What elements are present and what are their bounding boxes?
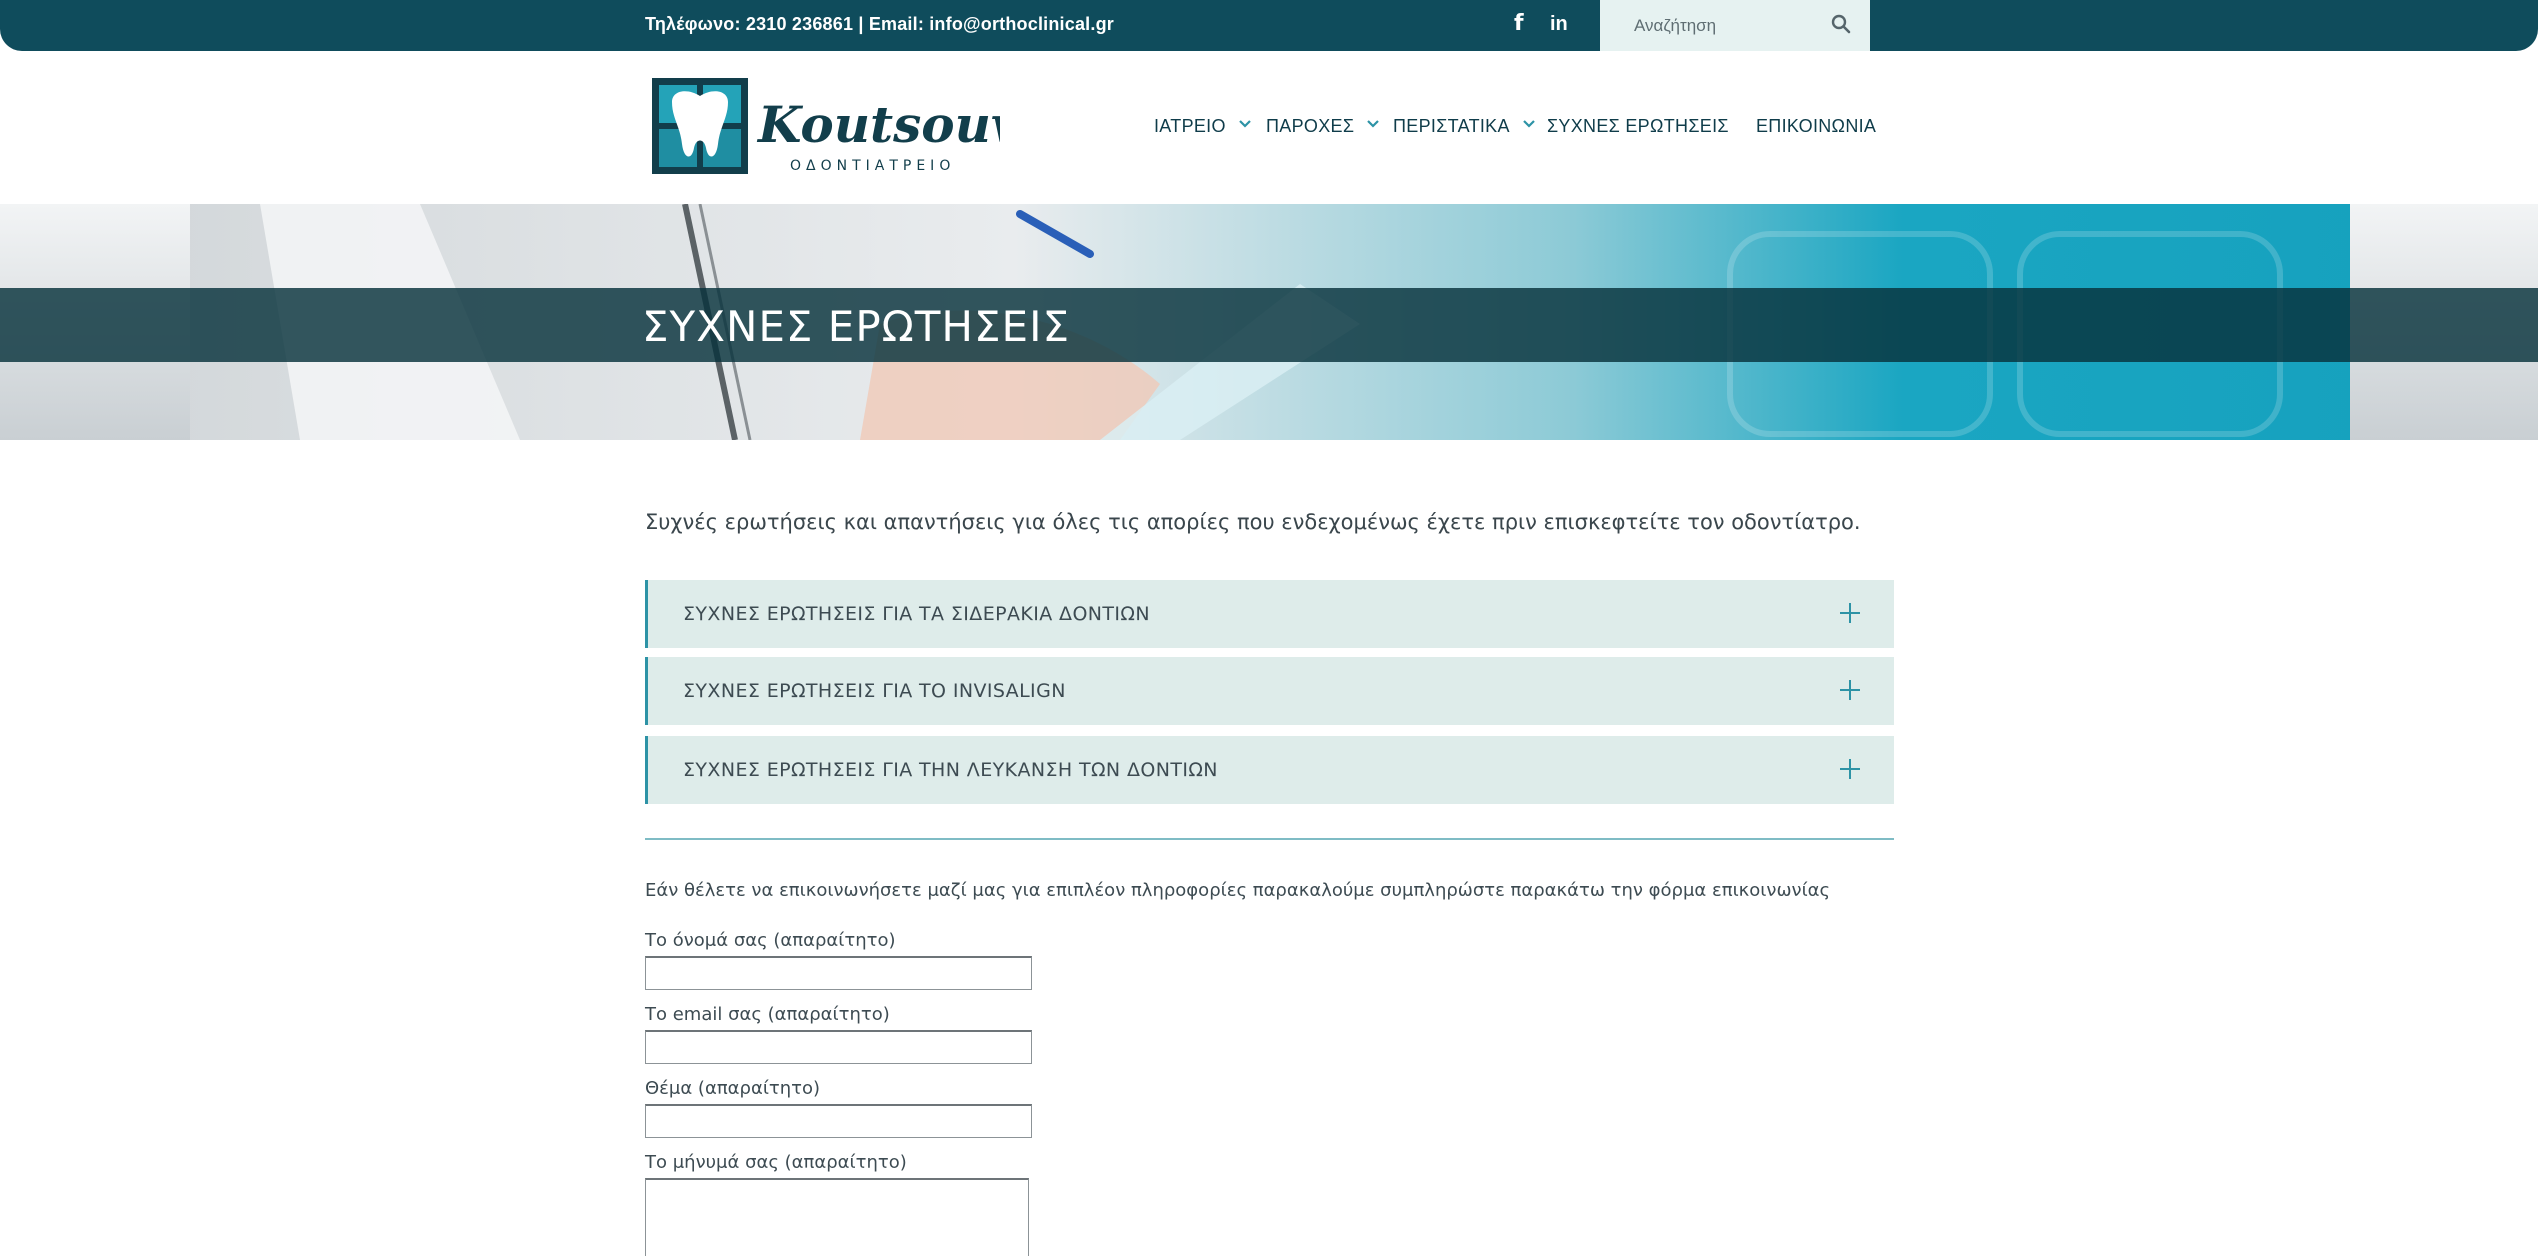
name-label: Το όνομά σας (απαραίτητο) <box>645 930 896 951</box>
linkedin-icon[interactable]: in <box>1550 9 1568 39</box>
banner-title-band <box>0 288 2538 362</box>
contact-info: Τηλέφωνο: 2310 236861 | Email: info@orth… <box>645 14 1114 34</box>
nav-item-contact[interactable]: ΕΠΙΚΟΙΝΩΝΙΑ <box>1756 116 1876 137</box>
main-nav: ΙΑΤΡΕΙΟ ΠΑΡΟΧΕΣ ΠΕΡΙΣΤΑΤΙΚΑ ΣΥΧΝΕΣ ΕΡΩΤΗ… <box>0 116 2538 146</box>
logo-tagline: ΟΔΟΝΤΙΑΤΡΕΙΟ <box>790 158 955 174</box>
message-label: Το μήνυμά σας (απαραίτητο) <box>645 1152 907 1173</box>
form-intro-text: Εάν θέλετε να επικοινωνήσετε μαζί μας γι… <box>645 880 1831 901</box>
search-box <box>1600 0 1870 51</box>
facebook-icon[interactable]: f <box>1514 9 1524 39</box>
email-label: Το email σας (απαραίτητο) <box>645 1004 890 1025</box>
chevron-down-icon <box>1239 120 1251 128</box>
faq-intro-text: Συχνές ερωτήσεις και απαντήσεις για όλες… <box>645 510 1861 534</box>
subject-label: Θέμα (απαραίτητο) <box>645 1078 821 1099</box>
accordion-item-braces[interactable]: ΣΥΧΝΕΣ ΕΡΩΤΗΣΕΙΣ ΓΙΑ ΤΑ ΣΙΔΕΡΑΚΙΑ ΔΟΝΤΙΩ… <box>645 580 1894 648</box>
nav-item-paroxes[interactable]: ΠΑΡΟΧΕΣ <box>1266 116 1380 137</box>
chevron-down-icon <box>1523 120 1535 128</box>
name-field[interactable] <box>645 956 1032 990</box>
accordion-label: ΣΥΧΝΕΣ ΕΡΩΤΗΣΕΙΣ ΓΙΑ ΤΑ ΣΙΔΕΡΑΚΙΑ ΔΟΝΤΙΩ… <box>683 603 1150 625</box>
plus-icon[interactable] <box>1839 602 1861 624</box>
page-title: ΣΥΧΝΕΣ ΕΡΩΤΗΣΕΙΣ <box>642 302 1071 351</box>
accordion-item-invisalign[interactable]: ΣΥΧΝΕΣ ΕΡΩΤΗΣΕΙΣ ΓΙΑ ΤΟ INVISALIGN <box>645 657 1894 725</box>
nav-item-iatreio[interactable]: ΙΑΤΡΕΙΟ <box>1154 116 1252 137</box>
nav-item-faq[interactable]: ΣΥΧΝΕΣ ΕΡΩΤΗΣΕΙΣ <box>1547 116 1729 137</box>
plus-icon[interactable] <box>1839 679 1861 701</box>
search-icon[interactable] <box>1830 13 1852 35</box>
accordion-label: ΣΥΧΝΕΣ ΕΡΩΤΗΣΕΙΣ ΓΙΑ ΤΗΝ ΛΕΥΚΑΝΣΗ ΤΩΝ ΔΟ… <box>683 759 1218 781</box>
nav-item-peristatika[interactable]: ΠΕΡΙΣΤΑΤΙΚΑ <box>1393 116 1536 137</box>
section-divider <box>645 838 1894 840</box>
top-bar: Τηλέφωνο: 2310 236861 | Email: info@orth… <box>0 0 2538 51</box>
accordion-item-whitening[interactable]: ΣΥΧΝΕΣ ΕΡΩΤΗΣΕΙΣ ΓΙΑ ΤΗΝ ΛΕΥΚΑΝΣΗ ΤΩΝ ΔΟ… <box>645 736 1894 804</box>
page-banner: ΣΥΧΝΕΣ ΕΡΩΤΗΣΕΙΣ <box>0 204 2538 440</box>
chevron-down-icon <box>1367 120 1380 128</box>
subject-field[interactable] <box>645 1104 1032 1138</box>
accordion-label: ΣΥΧΝΕΣ ΕΡΩΤΗΣΕΙΣ ΓΙΑ ΤΟ INVISALIGN <box>683 680 1066 702</box>
email-field[interactable] <box>645 1030 1032 1064</box>
plus-icon[interactable] <box>1839 758 1861 780</box>
search-input[interactable] <box>1600 0 1830 51</box>
message-field[interactable] <box>645 1178 1029 1256</box>
